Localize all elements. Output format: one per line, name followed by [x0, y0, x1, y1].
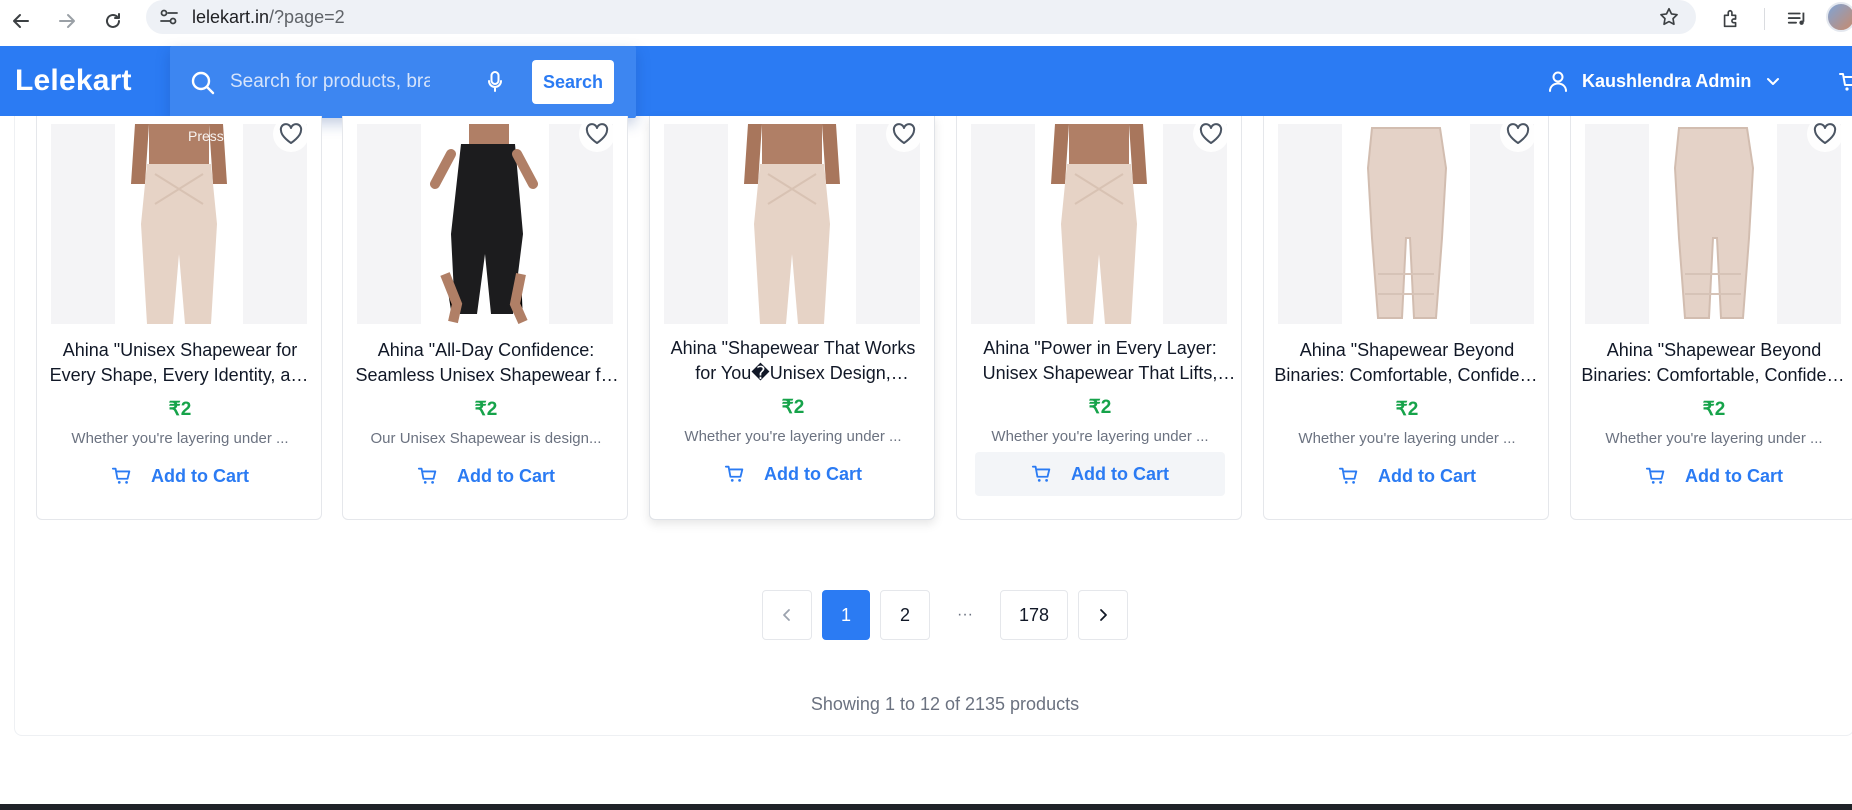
cart-icon [111, 467, 131, 484]
extensions-puzzle-icon[interactable] [1716, 4, 1746, 34]
product-card[interactable]: Ahina "Shapewear Beyond Binaries: Comfor… [1263, 116, 1549, 520]
profile-avatar[interactable] [1826, 2, 1852, 32]
reload-button[interactable] [96, 4, 130, 38]
page-button-178[interactable]: 178 [1000, 590, 1068, 640]
add-to-cart-label: Add to Cart [1071, 463, 1169, 484]
product-title[interactable]: Ahina "Power in Every Layer: Unisex Shap… [967, 336, 1233, 386]
product-image[interactable] [51, 124, 307, 324]
next-page-button[interactable] [1078, 590, 1128, 640]
product-image[interactable] [971, 124, 1227, 324]
user-icon [1549, 71, 1567, 92]
product-title[interactable]: Ahina "Shapewear Beyond Binaries: Comfor… [1274, 338, 1540, 388]
chevron-right-icon [1100, 609, 1107, 621]
product-price: ₹2 [1088, 397, 1112, 418]
product-price: ₹2 [168, 399, 192, 420]
product-price: ₹2 [1702, 399, 1726, 420]
product-title[interactable]: Ahina "All-Day Confidence: Seamless Unis… [353, 338, 619, 388]
add-to-cart-button[interactable]: Add to Cart [1282, 454, 1532, 498]
product-description: Whether you're layering under ... [71, 430, 289, 447]
cart-icon [417, 467, 437, 484]
page-button-2[interactable]: 2 [880, 590, 930, 640]
address-bar[interactable]: lelekart.in/?page=2 [146, 0, 1696, 34]
app-header: Lelekart Search Kaushlendra Admin [0, 46, 1852, 118]
cart-icon [724, 465, 744, 482]
site-logo[interactable]: Lelekart [15, 64, 132, 98]
product-card[interactable]: Ahina "Power in Every Layer: Unisex Shap… [956, 116, 1242, 520]
site-info-icon[interactable] [158, 7, 180, 27]
toolbar-divider [1764, 8, 1765, 30]
bookmark-star-icon[interactable] [1656, 5, 1682, 29]
search-bar: Search [170, 46, 636, 118]
product-description: Whether you're layering under ... [1605, 430, 1823, 447]
header-cart-icon[interactable] [1838, 70, 1852, 94]
product-card[interactable]: Ahina "All-Day Confidence: Seamless Unis… [342, 116, 628, 520]
add-to-cart-button[interactable]: Add to Cart [361, 454, 611, 498]
user-name: Kaushlendra Admin [1582, 70, 1752, 91]
wishlist-heart-icon[interactable] [1500, 116, 1536, 152]
product-description: Whether you're layering under ... [684, 428, 902, 445]
add-to-cart-label: Add to Cart [1378, 465, 1476, 486]
arrow-right-icon [59, 14, 75, 28]
results-summary: Showing 1 to 12 of 2135 products [810, 694, 1080, 714]
product-image[interactable] [1278, 124, 1534, 324]
arrow-left-icon [13, 14, 29, 28]
product-image[interactable] [1585, 124, 1841, 324]
product-title[interactable]: Ahina "Unisex Shapewear for Every Shape,… [47, 338, 313, 388]
add-to-cart-button[interactable]: Add to Cart [975, 452, 1225, 496]
microphone-icon[interactable] [484, 68, 506, 96]
url-text[interactable]: lelekart.in/?page=2 [192, 7, 345, 28]
url-path: /?page=2 [269, 7, 345, 27]
add-to-cart-label: Add to Cart [457, 465, 555, 486]
product-price: ₹2 [1395, 399, 1419, 420]
url-domain: lelekart.in [192, 7, 270, 27]
user-menu[interactable]: Kaushlendra Admin [1548, 70, 1781, 92]
product-price: ₹2 [474, 399, 498, 420]
add-to-cart-label: Add to Cart [764, 463, 862, 484]
product-card[interactable]: Ahina "Shapewear That Works for You�Unis… [649, 116, 935, 520]
product-price: ₹2 [781, 397, 805, 418]
wishlist-heart-icon[interactable] [1807, 116, 1843, 152]
wishlist-heart-icon[interactable] [886, 116, 922, 152]
media-control-icon[interactable] [1782, 4, 1812, 34]
product-image[interactable] [664, 124, 920, 324]
product-description: Our Unisex Shapewear is design... [370, 430, 602, 447]
cart-icon [1645, 467, 1665, 484]
add-to-cart-button[interactable]: Add to Cart [668, 452, 918, 496]
chevron-left-icon [783, 609, 790, 621]
product-card[interactable]: Ahina "Unisex Shapewear for Every Shape,… [36, 116, 322, 520]
reload-icon [106, 13, 120, 28]
browser-toolbar: lelekart.in/?page=2 [0, 0, 1852, 46]
back-button[interactable] [4, 4, 38, 38]
pagination-ellipsis: ··· [940, 590, 990, 640]
add-to-cart-button[interactable]: Add to Cart [55, 454, 305, 498]
prev-page-button[interactable] [762, 590, 812, 640]
add-to-cart-label: Add to Cart [1685, 465, 1783, 486]
wishlist-heart-icon[interactable] [273, 116, 309, 152]
search-button[interactable]: Search [532, 60, 614, 104]
product-title[interactable]: Ahina "Shapewear That Works for You�Unis… [660, 336, 926, 386]
page-button-1[interactable]: 1 [822, 590, 870, 640]
search-icon [191, 71, 215, 95]
wishlist-heart-icon[interactable] [579, 116, 615, 152]
product-image[interactable] [357, 124, 613, 324]
forward-button[interactable] [50, 4, 84, 38]
chevron-down-icon [1767, 78, 1780, 85]
search-input[interactable] [230, 66, 430, 98]
product-card[interactable]: Ahina "Shapewear Beyond Binaries: Comfor… [1570, 116, 1852, 520]
cart-icon [1338, 467, 1358, 484]
wishlist-heart-icon[interactable] [1193, 116, 1229, 152]
voice-search-hint: Press [188, 128, 224, 144]
add-to-cart-button[interactable]: Add to Cart [1589, 454, 1839, 498]
cart-icon [1031, 465, 1051, 482]
product-description: Whether you're layering under ... [1298, 430, 1516, 447]
product-description: Whether you're layering under ... [991, 428, 1209, 445]
add-to-cart-label: Add to Cart [151, 465, 249, 486]
bottom-edge [0, 804, 1852, 810]
product-title[interactable]: Ahina "Shapewear Beyond Binaries: Comfor… [1581, 338, 1847, 388]
